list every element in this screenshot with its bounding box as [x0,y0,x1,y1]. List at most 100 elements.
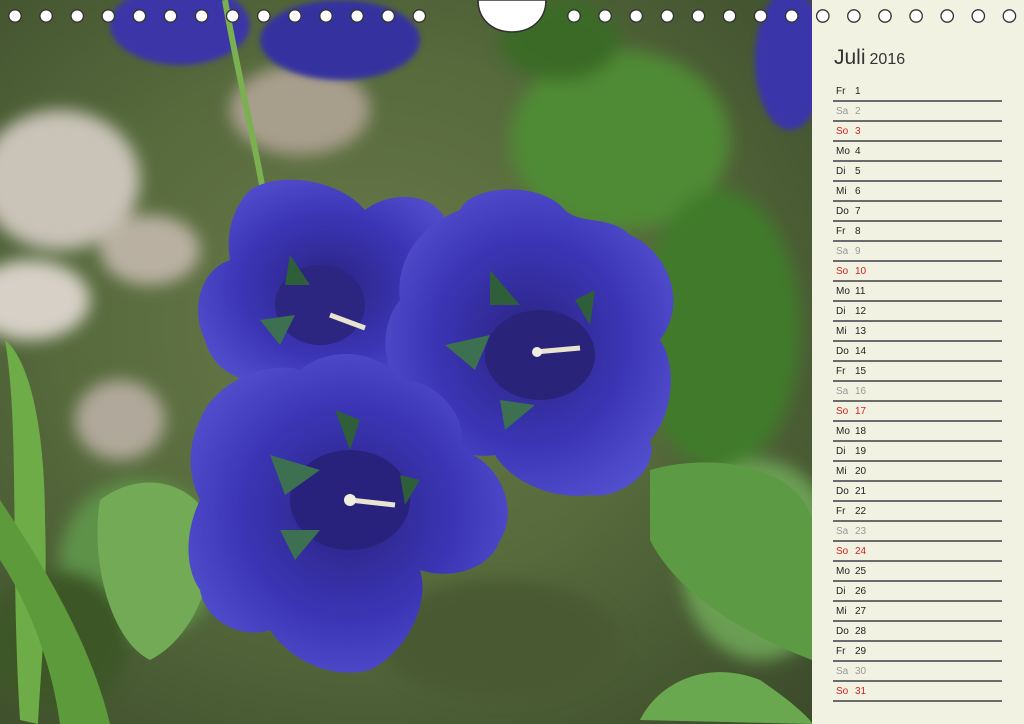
binding-hole-icon [163,9,178,23]
weekday-label: Fr [836,506,846,517]
binding-hole-icon [70,9,85,23]
binding-hole-icon [381,9,396,23]
day-number: 11 [855,286,866,297]
weekday-label: Fr [836,226,846,237]
day-row: So 24 [833,542,1002,562]
weekday-label: So [836,406,849,417]
weekday-label: Di [836,446,846,457]
binding-hole-icon [350,9,364,23]
weekday-label: Do [836,486,849,497]
binding-hole-icon [256,9,271,23]
day-number: 8 [855,226,861,237]
binding-holes [8,0,1017,33]
day-number: 30 [855,666,867,677]
day-number: 4 [855,146,861,157]
day-row: Mo 25 [833,562,1002,582]
weekday-label: Fr [836,86,846,97]
year: 2016 [869,51,906,68]
day-number: 17 [855,406,867,417]
weekday-label: Mo [836,146,850,157]
weekday-label: Mi [836,606,847,617]
day-number: 16 [855,386,867,397]
day-number: 10 [855,266,867,277]
day-number: 22 [855,506,867,517]
weekday-label: Do [836,626,849,637]
binding-hole-icon [940,9,955,23]
day-row: Do 28 [833,622,1002,642]
binding-hole-icon [598,9,612,23]
day-number: 14 [855,346,867,357]
day-row: So 10 [833,262,1002,282]
binding-hole-icon [660,9,675,23]
day-number: 9 [855,246,861,257]
binding-hole-icon [412,9,427,23]
binding-hole-icon [784,9,799,23]
day-number: 2 [855,106,861,117]
day-number: 21 [855,486,867,497]
day-list: Fr 1 Sa 2 So 3 Mo 4 Di 5 Mi 6 Do 7 Fr 8 Sa 9 So 10 Mo 11 Di 12 M… [833,82,1002,702]
weekday-label: Sa [836,106,849,117]
day-row: So 17 [833,402,1002,422]
day-row: Fr 8 [833,222,1002,242]
day-row: Sa 23 [833,522,1002,542]
day-row: So 3 [833,122,1002,142]
binding-hole-icon [847,9,861,23]
binding-hole-icon [753,9,768,23]
weekday-label: So [836,126,849,137]
day-row: Mo 18 [833,422,1002,442]
day-number: 31 [855,686,867,697]
weekday-label: So [836,266,849,277]
weekday-label: Mi [836,466,847,477]
day-row: Sa 9 [833,242,1002,262]
day-row: Fr 1 [833,82,1002,102]
weekday-label: Sa [836,386,849,397]
day-number: 5 [855,166,861,177]
binding-hole-icon [101,9,116,23]
day-number: 29 [855,646,867,657]
day-row: Fr 22 [833,502,1002,522]
day-number: 26 [855,586,867,597]
binding-hole-icon [815,9,830,23]
binding-hole-icon [225,9,240,23]
weekday-label: Fr [836,646,846,657]
weekday-label: Mi [836,326,847,337]
binding-hole-icon [288,9,302,23]
calendar-panel: Juli 2016 Fr 1 Sa 2 So 3 Mo 4 Di 5 Mi 6 Do 7 Fr 8 Sa 9 So 10… [812,0,1024,724]
weekday-label: Mo [836,286,850,297]
day-row: Fr 29 [833,642,1002,662]
weekday-label: Sa [836,526,849,537]
weekday-label: Di [836,166,846,177]
day-row: Mi 6 [833,182,1002,202]
day-row: Di 26 [833,582,1002,602]
weekday-label: Mi [836,186,847,197]
weekday-label: Di [836,586,846,597]
binding-hole-icon [629,9,644,23]
weekday-label: Mo [836,426,850,437]
day-number: 7 [855,206,861,217]
day-number: 1 [855,86,861,97]
hanger-notch-icon [477,0,547,33]
binding-hole-icon [971,9,986,23]
day-row: Di 12 [833,302,1002,322]
weekday-label: Sa [836,246,849,257]
weekday-label: Fr [836,366,846,377]
day-number: 3 [855,126,861,137]
binding-hole-icon [8,9,22,23]
day-number: 25 [855,566,867,577]
day-number: 18 [855,426,867,437]
binding-hole-icon [909,9,923,23]
day-row: So 31 [833,682,1002,702]
binding-hole-icon [319,9,333,23]
day-number: 6 [855,186,861,197]
binding-hole-icon [194,9,209,23]
binding-hole-icon [1002,9,1017,23]
weekday-label: Sa [836,666,849,677]
day-row: Sa 30 [833,662,1002,682]
weekday-label: So [836,546,849,557]
weekday-label: Mo [836,566,850,577]
calendar-page: Juli 2016 Fr 1 Sa 2 So 3 Mo 4 Di 5 Mi 6 Do 7 Fr 8 Sa 9 So 10… [0,0,1024,724]
day-row: Mi 27 [833,602,1002,622]
day-number: 15 [855,366,867,377]
binding-hole-icon [567,9,581,23]
gentian-flower-photo [0,0,812,724]
